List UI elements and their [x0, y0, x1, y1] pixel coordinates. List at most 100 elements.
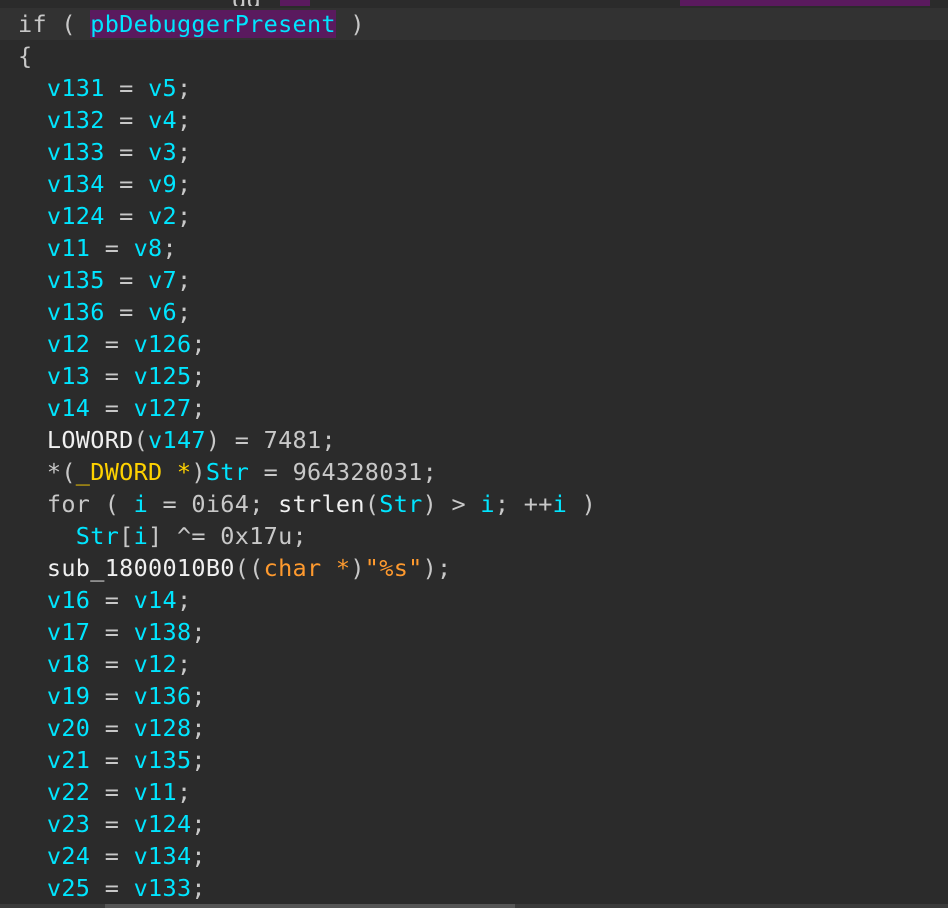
code-token[interactable]: v17 — [18, 618, 90, 646]
code-token[interactable]: ; — [191, 618, 205, 646]
code-token[interactable]: = — [105, 170, 148, 198]
code-token[interactable]: v13 — [18, 362, 90, 390]
code-token[interactable]: ; — [321, 426, 335, 454]
code-token[interactable]: v131 — [18, 74, 105, 102]
code-token[interactable]: v5 — [148, 74, 177, 102]
code-token[interactable]: strlen — [278, 490, 365, 518]
code-token[interactable]: v20 — [18, 714, 90, 742]
code-line[interactable]: v24 = v134; — [18, 840, 206, 872]
code-line[interactable]: LOWORD(v147) = 7481; — [18, 424, 336, 456]
code-line[interactable]: if ( pbDebuggerPresent ) — [18, 8, 365, 40]
code-token[interactable]: ; — [191, 394, 205, 422]
code-line[interactable]: v17 = v138; — [18, 616, 206, 648]
code-token[interactable]: ; — [177, 202, 191, 230]
code-line[interactable]: v124 = v2; — [18, 200, 191, 232]
code-token[interactable]: v124 — [18, 202, 105, 230]
code-token[interactable]: = — [105, 74, 148, 102]
code-token[interactable]: v21 — [18, 746, 90, 774]
code-token[interactable]: v24 — [18, 842, 90, 870]
code-line[interactable]: v19 = v136; — [18, 680, 206, 712]
code-token[interactable]: v126 — [134, 330, 192, 358]
code-token[interactable]: 7481 — [264, 426, 322, 454]
code-line[interactable]: v16 = v14; — [18, 584, 191, 616]
code-line[interactable]: v18 = v12; — [18, 648, 191, 680]
code-token[interactable]: v25 — [18, 874, 90, 902]
code-token[interactable]: LOWORD — [18, 426, 134, 454]
code-line[interactable]: sub_1800010B0((char *)"%s"); — [18, 552, 452, 584]
code-token[interactable]: v134 — [18, 170, 105, 198]
code-token[interactable]: v4 — [148, 106, 177, 134]
code-token[interactable]: = — [90, 874, 133, 902]
scrollbar-thumb[interactable] — [105, 904, 515, 908]
code-line[interactable]: Str[i] ^= 0x17u; — [18, 520, 307, 552]
code-token[interactable]: = — [90, 330, 133, 358]
code-token[interactable]: i — [134, 490, 148, 518]
code-line[interactable]: v13 = v125; — [18, 360, 206, 392]
code-token[interactable]: (( — [235, 554, 264, 582]
code-token[interactable]: = — [90, 586, 133, 614]
code-token[interactable]: 0x17u — [220, 522, 292, 550]
code-line[interactable]: v136 = v6; — [18, 296, 191, 328]
code-token[interactable]: v14 — [134, 586, 177, 614]
code-line[interactable]: v21 = v135; — [18, 744, 206, 776]
code-token[interactable]: ; — [191, 714, 205, 742]
code-token[interactable]: ; — [423, 458, 437, 486]
code-token[interactable]: ) = — [206, 426, 264, 454]
code-token[interactable]: ) — [336, 10, 365, 38]
code-line[interactable]: v23 = v124; — [18, 808, 206, 840]
code-line[interactable]: v20 = v128; — [18, 712, 206, 744]
code-token[interactable]: ; — [191, 810, 205, 838]
code-token[interactable]: v8 — [134, 234, 163, 262]
code-token[interactable]: v23 — [18, 810, 90, 838]
code-token[interactable]: Str — [206, 458, 249, 486]
code-token[interactable]: sub_1800010B0 — [18, 554, 235, 582]
code-token[interactable]: v2 — [148, 202, 177, 230]
horizontal-scrollbar[interactable] — [0, 904, 948, 908]
code-token[interactable]: = — [105, 138, 148, 166]
code-token[interactable]: = — [249, 458, 292, 486]
code-token[interactable]: v14 — [18, 394, 90, 422]
code-line[interactable]: for ( i = 0i64; strlen(Str) > i; ++i ) — [18, 488, 596, 520]
code-token[interactable]: if ( — [18, 10, 90, 38]
code-token[interactable]: ) — [567, 490, 596, 518]
code-token[interactable]: v136 — [18, 298, 105, 326]
code-token[interactable]: v9 — [148, 170, 177, 198]
code-token[interactable]: ; — [177, 586, 191, 614]
code-token[interactable]: ) — [191, 458, 205, 486]
code-token[interactable]: ); — [423, 554, 452, 582]
code-token[interactable]: ; — [177, 106, 191, 134]
code-token[interactable]: v147 — [148, 426, 206, 454]
code-token[interactable]: ; — [163, 234, 177, 262]
code-token[interactable]: ] ^= — [148, 522, 220, 550]
code-token[interactable]: = — [90, 618, 133, 646]
code-token[interactable]: ; — [191, 842, 205, 870]
code-token[interactable]: ; — [177, 650, 191, 678]
code-token[interactable]: v138 — [134, 618, 192, 646]
code-token[interactable]: v16 — [18, 586, 90, 614]
code-token[interactable]: ; — [177, 778, 191, 806]
code-token[interactable]: ; — [249, 490, 278, 518]
code-token[interactable]: i — [134, 522, 148, 550]
code-token[interactable]: ; — [191, 362, 205, 390]
code-token[interactable]: = — [105, 106, 148, 134]
code-token[interactable]: = — [90, 778, 133, 806]
code-token[interactable]: ; — [191, 874, 205, 902]
code-token[interactable]: ; — [191, 330, 205, 358]
code-token[interactable]: ( — [134, 426, 148, 454]
code-token[interactable]: Str — [379, 490, 422, 518]
code-token[interactable]: ; — [177, 170, 191, 198]
code-token[interactable]: = — [90, 234, 133, 262]
code-line[interactable]: *(_DWORD *)Str = 964328031; — [18, 456, 437, 488]
code-line[interactable]: v14 = v127; — [18, 392, 206, 424]
code-token[interactable]: i — [553, 490, 567, 518]
code-token[interactable]: *( — [18, 458, 76, 486]
code-token[interactable]: ; — [177, 138, 191, 166]
code-token[interactable]: = — [90, 810, 133, 838]
code-token[interactable]: = — [105, 298, 148, 326]
code-token[interactable]: v22 — [18, 778, 90, 806]
code-token[interactable]: char * — [264, 554, 351, 582]
code-token[interactable]: v133 — [134, 874, 192, 902]
code-token[interactable]: v136 — [134, 682, 192, 710]
code-token[interactable]: "%s" — [365, 554, 423, 582]
code-token[interactable]: _DWORD * — [76, 458, 192, 486]
